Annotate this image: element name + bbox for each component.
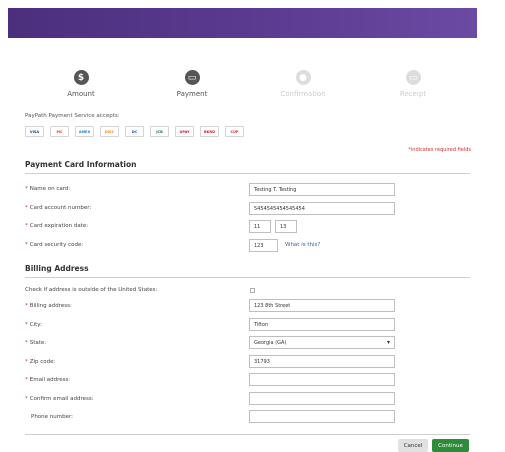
outside-us-checkbox[interactable]	[250, 288, 255, 293]
name-on-card-input[interactable]	[249, 183, 395, 196]
required-note: *indicates required fields	[408, 147, 471, 153]
confirm-email-label: * Confirm email address:	[25, 396, 94, 402]
visa-icon: VISA	[25, 126, 44, 137]
unionpay-icon: UPAY	[175, 126, 194, 137]
receipt-icon: ▭	[405, 70, 421, 85]
card-security-input[interactable]	[249, 239, 278, 252]
cup-icon: CUP	[225, 126, 244, 137]
billing-address-input[interactable]	[249, 299, 395, 312]
phone-label: Phone number:	[31, 414, 74, 420]
state-label: * State:	[25, 340, 47, 346]
email-label: * Email address:	[25, 377, 71, 383]
what-is-this-link[interactable]: What is this?	[285, 242, 320, 248]
bankcard-icon: BKRD	[200, 126, 219, 137]
amex-icon: AMEX	[75, 126, 94, 137]
cancel-button[interactable]: Cancel	[398, 439, 428, 452]
progress-steps: $ Amount ▭ Payment ● Confirmation ▭ Rece…	[30, 70, 450, 106]
billing-section-title: Billing Address	[25, 264, 89, 273]
billing-address-label: * Billing address:	[25, 303, 72, 309]
card-security-label: * Card security code:	[25, 242, 84, 248]
phone-input[interactable]	[249, 410, 395, 423]
step-payment: ▭ Payment	[147, 70, 237, 98]
step-amount: $ Amount	[36, 70, 126, 98]
step-label: Payment	[176, 90, 208, 98]
step-label: Receipt	[399, 90, 427, 98]
section-divider	[25, 173, 470, 174]
card-icon: ▭	[184, 70, 200, 85]
header-banner	[8, 8, 477, 38]
thumbs-up-icon: ●	[295, 70, 311, 85]
outside-us-label: Check if address is outside of the Unite…	[25, 287, 158, 293]
expiration-year-input[interactable]	[275, 220, 297, 233]
city-input[interactable]	[249, 318, 395, 331]
card-account-input[interactable]	[249, 202, 395, 215]
jcb-icon: JCB	[150, 126, 169, 137]
chevron-down-icon: ▾	[386, 339, 390, 346]
name-on-card-label: * Name on card:	[25, 186, 71, 192]
footer-divider	[25, 434, 470, 435]
step-confirmation: ● Confirmation	[258, 70, 348, 98]
continue-button[interactable]: Continue	[432, 439, 469, 452]
zip-code-label: * Zip code:	[25, 359, 56, 365]
expiration-month-input[interactable]	[249, 220, 271, 233]
step-receipt: ▭ Receipt	[368, 70, 458, 98]
card-expiration-label: * Card expiration date:	[25, 223, 89, 229]
mastercard-icon: MC	[50, 126, 69, 137]
payment-section-title: Payment Card Information	[25, 160, 137, 169]
state-select[interactable]: Georgia (GA) ▾	[249, 336, 395, 349]
discover-icon: DISC	[100, 126, 119, 137]
step-label: Confirmation	[280, 90, 326, 98]
city-label: * City:	[25, 322, 42, 328]
step-label: Amount	[67, 90, 95, 98]
section-divider	[25, 277, 470, 278]
email-input[interactable]	[249, 373, 395, 386]
dollar-icon: $	[73, 70, 89, 85]
zip-code-input[interactable]	[249, 355, 395, 368]
diners-icon: DC	[125, 126, 144, 137]
state-value: Georgia (GA)	[254, 339, 287, 346]
confirm-email-input[interactable]	[249, 392, 395, 405]
accepted-cards: VISA MC AMEX DISC DC JCB UPAY BKRD CUP	[25, 126, 244, 138]
accepts-text: PayPath Payment Service accepts:	[25, 113, 120, 119]
card-account-label: * Card account number:	[25, 205, 92, 211]
